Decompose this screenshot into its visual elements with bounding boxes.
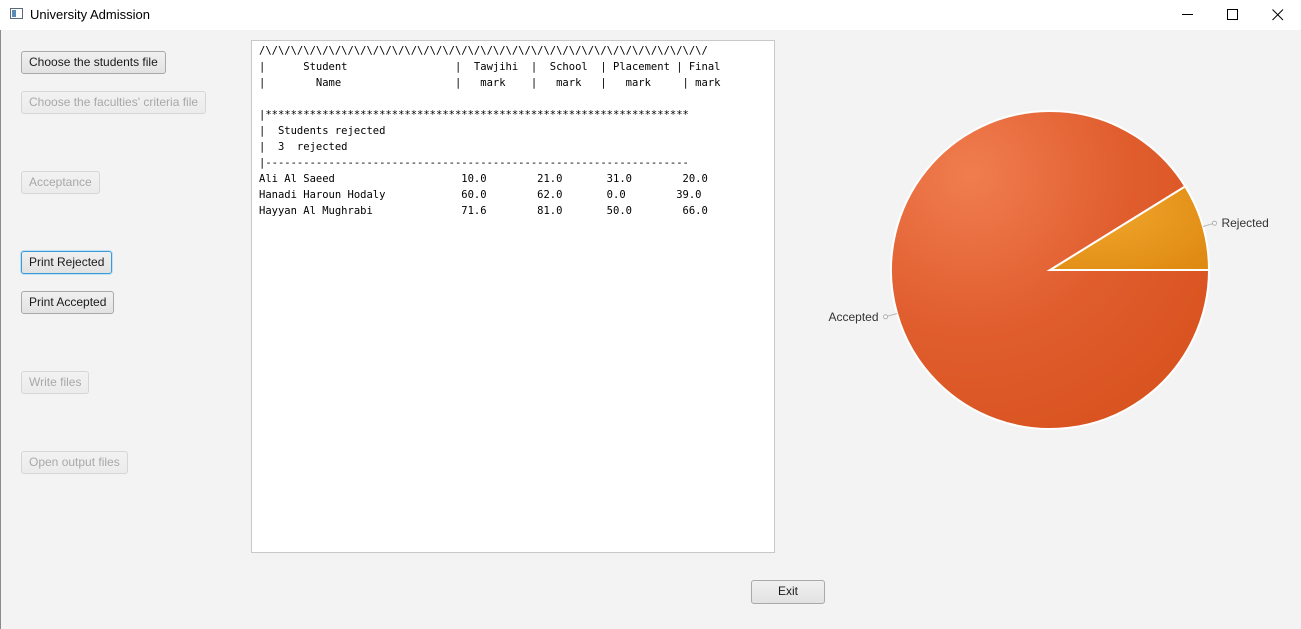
open-output-files-button[interactable]: Open output files <box>21 451 128 474</box>
pie-label-rejected: Rejected <box>1221 216 1268 230</box>
close-icon <box>1272 9 1284 21</box>
exit-button[interactable]: Exit <box>751 580 825 604</box>
print-accepted-button[interactable]: Print Accepted <box>21 291 115 314</box>
window-border <box>0 30 1 629</box>
pie-label-dot <box>883 314 889 320</box>
pie-chart: Rejected Accepted <box>828 110 1269 430</box>
close-button[interactable] <box>1255 0 1301 30</box>
window-title: University Admission <box>30 7 150 22</box>
acceptance-button[interactable]: Acceptance <box>21 171 100 194</box>
choose-faculties-criteria-button[interactable]: Choose the faculties' criteria file <box>21 91 207 114</box>
app-icon <box>10 8 23 19</box>
maximize-button[interactable] <box>1210 0 1256 30</box>
pie-label-dot <box>1211 220 1217 226</box>
pie-label-accepted: Accepted <box>828 310 878 324</box>
pie-slice-accepted <box>890 110 1211 430</box>
minimize-button[interactable] <box>1165 0 1211 30</box>
title-bar: University Admission <box>0 0 1301 30</box>
write-files-button[interactable]: Write files <box>21 371 90 394</box>
output-text: /\/\/\/\/\/\/\/\/\/\/\/\/\/\/\/\/\/\/\/\… <box>259 45 721 217</box>
print-rejected-button[interactable]: Print Rejected <box>21 251 113 274</box>
output-text-area[interactable]: /\/\/\/\/\/\/\/\/\/\/\/\/\/\/\/\/\/\/\/\… <box>251 40 775 553</box>
choose-students-file-button[interactable]: Choose the students file <box>21 51 166 74</box>
minimize-icon <box>1182 14 1193 15</box>
maximize-icon <box>1227 9 1238 20</box>
